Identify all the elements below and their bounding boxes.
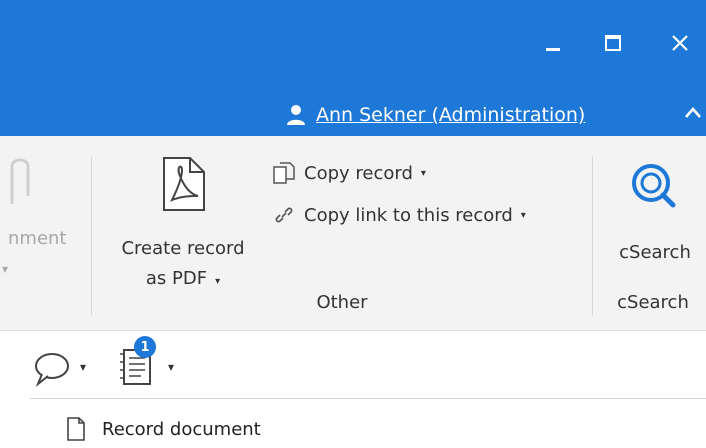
attachment-caret: ▾ — [2, 262, 9, 276]
separator — [30, 398, 706, 399]
caret-icon: ▾ — [80, 360, 87, 374]
separator — [592, 156, 593, 316]
group-label-csearch: cSearch — [617, 292, 689, 313]
minimize-button[interactable] — [536, 26, 570, 60]
minimize-icon — [546, 48, 560, 51]
comment-icon — [35, 353, 69, 388]
paperclip-icon — [10, 158, 30, 204]
copy-record-button[interactable]: Copy record ▾ — [272, 156, 426, 190]
separator — [91, 156, 92, 316]
csearch-label: cSearch — [619, 242, 691, 263]
list-item[interactable]: Record document — [66, 414, 261, 444]
group-label-other: Other — [316, 292, 368, 313]
notes-count-badge: 1 — [134, 336, 156, 358]
toolbar: ▾ 1 ▾ — [0, 330, 706, 400]
caret-icon: ▾ — [420, 167, 426, 179]
create-record-label: Create record — [121, 238, 245, 259]
user-name: Ann Sekner (Administration) — [316, 104, 586, 126]
comment-button[interactable]: ▾ — [32, 348, 104, 392]
maximize-icon — [605, 35, 621, 51]
list-item-label: Record document — [102, 418, 261, 440]
caret-icon: ▾ — [168, 360, 175, 374]
copy-icon — [273, 162, 295, 184]
pdf-icon — [163, 157, 205, 211]
chevron-up-icon — [685, 107, 701, 118]
title-bar: Ann Sekner (Administration) — [0, 0, 706, 136]
csearch-button[interactable]: cSearch — [605, 156, 705, 286]
close-button[interactable] — [663, 26, 697, 60]
as-pdf-label: as PDF ▾ — [145, 268, 221, 289]
close-icon — [672, 35, 688, 51]
csearch-icon — [632, 164, 676, 208]
copy-record-label: Copy record — [304, 162, 413, 184]
collapse-ribbon-button[interactable] — [678, 98, 706, 128]
user-account-link[interactable]: Ann Sekner (Administration) — [286, 100, 585, 130]
caret-icon: ▾ — [520, 209, 526, 221]
user-icon — [287, 105, 305, 125]
caret-icon: ▾ — [215, 276, 221, 287]
copy-link-button[interactable]: Copy link to this record ▾ — [272, 198, 526, 232]
maximize-button[interactable] — [596, 26, 630, 60]
document-icon — [67, 417, 85, 441]
link-icon — [275, 207, 293, 223]
copy-link-label: Copy link to this record — [304, 204, 513, 226]
notes-button[interactable]: 1 ▾ — [116, 336, 186, 392]
create-record-pdf-button[interactable]: Create record as PDF ▾ — [104, 152, 262, 292]
attachment-label: nment — [8, 228, 67, 249]
ribbon: nment ▾ Create record as PDF ▾ Copy recor… — [0, 136, 706, 331]
